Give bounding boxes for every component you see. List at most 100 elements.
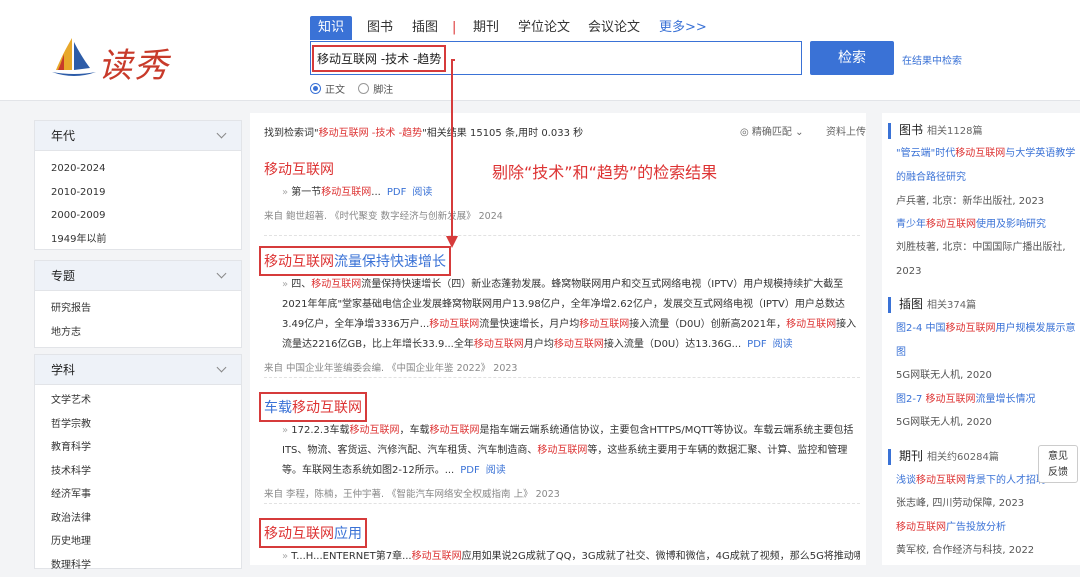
section-count: 相关1128篇 <box>927 126 982 137</box>
snippet-highlight: 移动互联网 <box>429 425 479 436</box>
tab-figures[interactable]: 插图 <box>412 16 438 40</box>
related-panel: 图书相关1128篇 "管云端"时代移动互联网与大学英语教学的融合路径研究 卢兵著… <box>882 113 1080 565</box>
facet-item-subject[interactable]: 哲学宗教 <box>35 413 241 437</box>
facet-item-subject[interactable]: 政治法律 <box>35 507 241 531</box>
snippet-highlight: 移动互联网 <box>429 319 479 330</box>
quote-icon: » <box>282 425 291 436</box>
result-title[interactable]: 移动互联网 <box>264 159 334 179</box>
divider <box>264 377 860 378</box>
snippet-text: 应用如果说2G成就了QQ，3G成就了社交、微博和微信，4G成就了视频，那么5G将… <box>462 551 860 562</box>
snippet-text: 172.2.3车载 <box>291 425 349 436</box>
facet-header[interactable]: 学科 <box>35 355 241 385</box>
snippet-highlight: 移动互联网 <box>786 319 836 330</box>
radio-footnote[interactable]: 脚注 <box>358 81 393 96</box>
link-highlight: 移动互联网 <box>916 475 966 486</box>
link-text: 广告投放分析 <box>946 522 1006 533</box>
chevron-down-icon <box>217 129 227 139</box>
tab-books[interactable]: 图书 <box>367 16 393 40</box>
link-highlight: 移动互联网 <box>926 219 976 230</box>
tab-more[interactable]: 更多>> <box>659 16 707 40</box>
radio-label: 正文 <box>325 81 345 96</box>
read-link[interactable]: 阅读 <box>412 187 432 198</box>
feedback-label: 意见 <box>1039 449 1077 465</box>
summary-term: 移动互联网 -技术 -趋势 <box>319 128 423 139</box>
summary-suffix: "相关结果 15105 条,用时 0.033 秒 <box>422 128 583 139</box>
result-snippet: » T...H...ENTERNET第7章...移动互联网应用如果说2G成就了Q… <box>264 547 860 567</box>
facet-item-year[interactable]: 2020-2024 <box>35 157 241 181</box>
facet-item-year[interactable]: 2010-2019 <box>35 181 241 205</box>
facet-header[interactable]: 年代 <box>35 121 241 151</box>
result-snippet: » 172.2.3车载移动互联网，车载移动互联网是指车端云端系统通信协议，主要包… <box>264 421 860 481</box>
section-title: 插图 <box>899 297 923 311</box>
link-highlight: 移动互联网 <box>926 394 976 405</box>
snippet-text: 接入流量（D0U）达13.36G... <box>604 339 741 350</box>
related-figure-meta: 5G网联无人机, 2020 <box>896 364 1078 388</box>
snippet-text: 接入流量（D0U）创新高2021年， <box>629 319 786 330</box>
facet-item-subject[interactable]: 文学艺术 <box>35 389 241 413</box>
facet-item-topic[interactable]: 研究报告 <box>35 297 241 321</box>
facet-topic: 专题 研究报告 地方志 <box>34 260 242 348</box>
title-text: 车载 <box>264 400 292 416</box>
search-input[interactable]: 移动互联网 -技术 -趋势 <box>310 41 802 75</box>
pdf-link[interactable]: PDF <box>747 339 766 350</box>
radio-body-text[interactable]: 正文 <box>310 81 345 96</box>
chevron-down-icon <box>217 269 227 279</box>
related-book-meta: 卢兵著, 北京：新华出版社, 2023 <box>896 190 1078 214</box>
result-title[interactable]: 车载移动互联网 <box>264 397 362 417</box>
search-within-results-link[interactable]: 在结果中检索 <box>902 52 962 67</box>
related-figure-link[interactable]: 图2-4 中国移动互联网用户规模发展示意图 <box>896 317 1078 365</box>
snippet-text: 流量快速增长，月户均 <box>479 319 579 330</box>
facet-item-topic[interactable]: 地方志 <box>35 321 241 345</box>
facet-item-subject[interactable]: 历史地理 <box>35 530 241 554</box>
result-title[interactable]: 移动互联网流量保持快速增长 <box>264 251 446 271</box>
pdf-link[interactable]: PDF <box>387 187 406 198</box>
read-link[interactable]: 阅读 <box>486 465 506 476</box>
tab-conference[interactable]: 会议论文 <box>588 16 640 40</box>
title-highlight: 移动互联网 <box>264 162 334 178</box>
divider <box>264 503 860 504</box>
divider <box>264 235 860 236</box>
facet-item-year[interactable]: 2000-2009 <box>35 204 241 228</box>
related-book-link[interactable]: "管云端"时代移动互联网与大学英语教学的融合路径研究 <box>896 142 1078 190</box>
facet-item-year[interactable]: 1949年以前 <box>35 228 241 252</box>
logo[interactable]: 读秀 <box>50 36 170 84</box>
result-source: 来自 李程，陈楠，王仲宇著. 《智能汽车网络安全权威指南 上》 2023 <box>264 486 860 500</box>
related-figure-link[interactable]: 图2-7 移动互联网流量增长情况 <box>896 388 1078 412</box>
result-snippet: » 第一节移动互联网...PDF阅读 <box>264 183 860 203</box>
summary-prefix: 找到检索词" <box>264 128 319 139</box>
snippet-highlight: 移动互联网 <box>311 279 361 290</box>
quote-icon: » <box>282 187 291 198</box>
link-text: 使用及影响研究 <box>976 219 1046 230</box>
facet-item-subject[interactable]: 技术科学 <box>35 460 241 484</box>
tab-journals[interactable]: 期刊 <box>473 16 499 40</box>
radio-label: 脚注 <box>373 81 393 96</box>
title-highlight: 移动互联网 <box>264 526 334 542</box>
facet-item-subject[interactable]: 经济军事 <box>35 483 241 507</box>
title-highlight: 移动互联网 <box>292 400 362 416</box>
facet-item-subject[interactable]: 数理科学 <box>35 554 241 577</box>
read-link[interactable]: 阅读 <box>773 339 793 350</box>
link-highlight: 移动互联网 <box>946 323 996 334</box>
section-title: 图书 <box>899 123 923 137</box>
snippet-highlight: 移动互联网 <box>537 445 587 456</box>
facet-header[interactable]: 专题 <box>35 261 241 291</box>
quote-icon: » <box>282 279 291 290</box>
related-journal-meta: 黄军校, 合作经济与科技, 2022 <box>896 539 1078 563</box>
related-journal-link[interactable]: 移动互联网广告投放分析 <box>896 516 1078 540</box>
snippet-highlight: 移动互联网 <box>321 187 371 198</box>
search-button[interactable]: 检索 <box>810 41 894 75</box>
facet-item-subject[interactable]: 教育科学 <box>35 436 241 460</box>
pdf-link[interactable]: PDF <box>460 465 479 476</box>
tab-theses[interactable]: 学位论文 <box>518 16 570 40</box>
related-book-link[interactable]: 青少年移动互联网使用及影响研究 <box>896 213 1078 237</box>
snippet-text: 月户均 <box>524 339 554 350</box>
upload-link[interactable]: 资料上传 <box>826 123 866 138</box>
sort-dropdown[interactable]: ◎ 精确匹配 ⌄ <box>740 123 803 138</box>
feedback-button[interactable]: 意见反馈 <box>1038 445 1078 483</box>
result-title[interactable]: 移动互联网应用 <box>264 523 362 543</box>
tab-knowledge[interactable]: 知识 <box>310 16 352 40</box>
facet-title: 专题 <box>51 269 75 283</box>
search-query-text: 移动互联网 -技术 -趋势 <box>317 50 441 67</box>
result-item: 移动互联网应用 » T...H...ENTERNET第7章...移动互联网应用如… <box>264 523 860 567</box>
result-item: 移动互联网流量保持快速增长 » 四、移动互联网流量保持快速增长（四）新业态蓬勃发… <box>264 251 860 374</box>
